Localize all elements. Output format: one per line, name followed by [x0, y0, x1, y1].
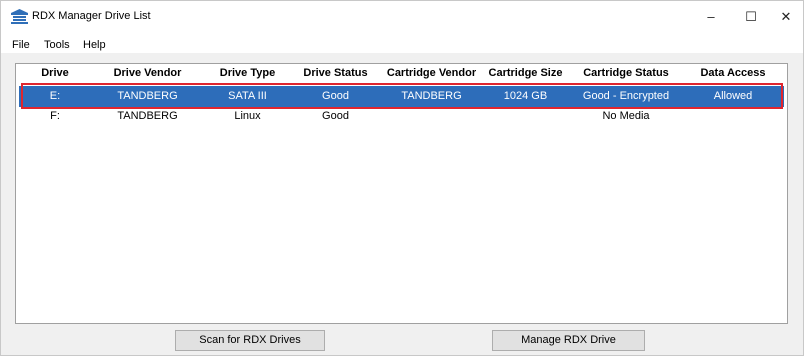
- close-button[interactable]: ✕: [766, 1, 804, 32]
- column-header-cartridge-status[interactable]: Cartridge Status: [569, 67, 683, 81]
- rdx-app-icon: [11, 9, 28, 24]
- menu-bar: File Tools Help: [1, 32, 803, 53]
- maximize-button[interactable]: ☐: [731, 1, 771, 32]
- column-header-drive-type[interactable]: Drive Type: [205, 67, 290, 81]
- column-header-data-access[interactable]: Data Access: [683, 67, 783, 81]
- column-header-cartridge-vendor[interactable]: Cartridge Vendor: [381, 67, 482, 81]
- cell-data-access: [683, 110, 783, 124]
- manage-rdx-drive-button[interactable]: Manage RDX Drive: [492, 330, 645, 351]
- scan-for-rdx-drives-button[interactable]: Scan for RDX Drives: [175, 330, 325, 351]
- cell-cartridge-status: No Media: [602, 110, 650, 122]
- menu-tools[interactable]: Tools: [44, 39, 70, 51]
- rdx-manager-window: RDX Manager Drive List – ☐ ✕ File Tools …: [0, 0, 804, 356]
- column-header-drive-status[interactable]: Drive Status: [290, 67, 381, 81]
- minimize-button[interactable]: –: [691, 1, 731, 32]
- cell-cartridge-size: [482, 110, 569, 124]
- menu-file[interactable]: File: [12, 39, 30, 51]
- cell-drive-vendor: TANDBERG: [117, 110, 178, 122]
- column-header-drive[interactable]: Drive: [25, 67, 85, 81]
- title-bar: RDX Manager Drive List – ☐ ✕: [1, 1, 803, 32]
- highlight-outline: [21, 83, 783, 109]
- cell-cartridge-vendor: [381, 110, 482, 124]
- window-title: RDX Manager Drive List: [32, 10, 151, 22]
- menu-help[interactable]: Help: [83, 39, 106, 51]
- cell-drive-type: Linux: [234, 110, 261, 122]
- cell-drive-status: Good: [322, 110, 349, 122]
- column-header-cartridge-size[interactable]: Cartridge Size: [482, 67, 569, 81]
- cell-drive: F:: [50, 110, 60, 122]
- column-header-drive-vendor[interactable]: Drive Vendor: [90, 67, 205, 81]
